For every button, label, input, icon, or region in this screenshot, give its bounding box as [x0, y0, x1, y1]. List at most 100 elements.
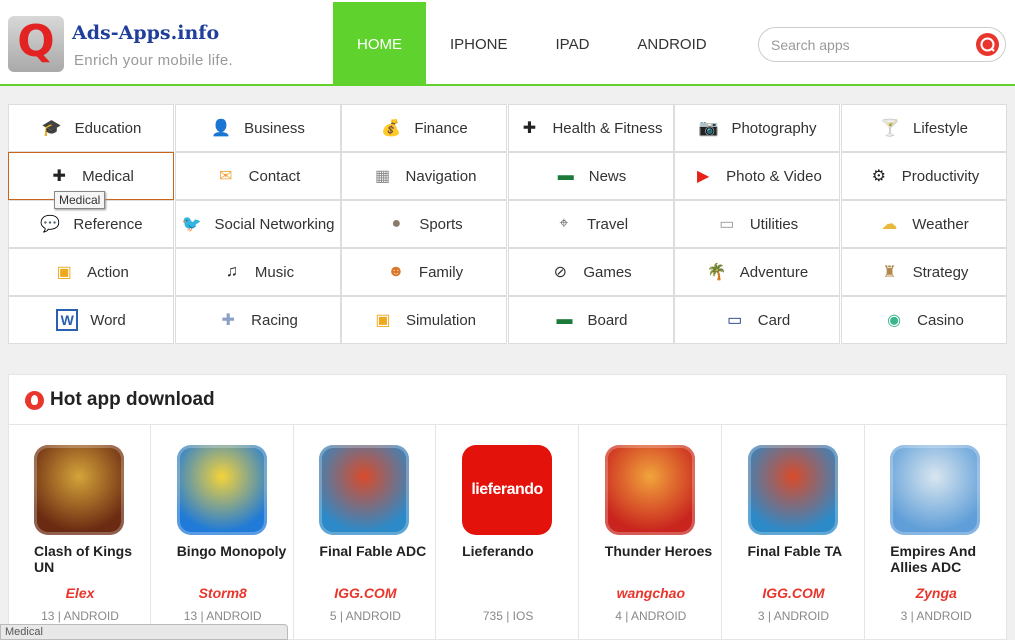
nav-iphone[interactable]: IPHONE — [426, 2, 532, 86]
nav-ipad[interactable]: IPAD — [532, 2, 614, 86]
app-card[interactable]: lieferando Lieferando 735 | IOS — [437, 425, 580, 640]
word-icon: W — [56, 309, 79, 331]
category-health-fitness[interactable]: ✚ Health & Fitness — [507, 104, 674, 152]
site-tagline: Enrich your mobile life. — [74, 52, 233, 69]
category-label: Productivity — [901, 167, 980, 185]
navigation-icon: ▦ — [374, 168, 391, 185]
app-icon[interactable] — [604, 445, 695, 535]
graduation-cap-icon: 🎓 — [41, 120, 62, 137]
category-adventure[interactable]: 🌴 Adventure — [674, 248, 840, 296]
app-name[interactable]: Thunder Heroes — [605, 543, 717, 559]
nav-android[interactable]: ANDROID — [613, 2, 730, 86]
app-icon[interactable] — [319, 445, 410, 535]
category-grid: 🎓 Education 👤 Business 💰 Finance ✚ Health & Fit… — [8, 104, 1007, 344]
category-business[interactable]: 👤 Business — [174, 104, 341, 152]
category-label: Travel — [586, 215, 629, 233]
category-simulation[interactable]: ▣ Simulation — [341, 296, 507, 344]
app-name[interactable]: Bingo Monopoly — [177, 543, 289, 559]
category-education[interactable]: 🎓 Education — [8, 104, 174, 152]
category-utilities[interactable]: ▭ Utilities — [674, 200, 840, 248]
app-icon[interactable] — [34, 445, 124, 535]
app-card[interactable]: Bingo Monopoly Storm8 13 | ANDROID — [152, 425, 294, 640]
chess-icon: ♜ — [882, 264, 897, 281]
app-meta: 3 | ANDROID — [900, 609, 972, 623]
category-label: Education — [74, 119, 142, 137]
app-card[interactable]: Final Fable TA IGG.COM 3 | ANDROID — [723, 425, 865, 640]
site-logo[interactable]: Q — [8, 16, 64, 72]
category-weather[interactable]: ☁ Weather — [840, 200, 1007, 248]
category-label: Photography — [731, 119, 817, 137]
category-photo-video[interactable]: ▶ Photo & Video — [674, 152, 840, 200]
category-label: Racing — [251, 311, 298, 329]
app-developer[interactable]: IGG.COM — [294, 585, 436, 601]
category-strategy[interactable]: ♜ Strategy — [840, 248, 1007, 296]
category-board[interactable]: ▬ Board — [507, 296, 674, 344]
category-social-networking[interactable]: 🐦 Social Networking — [174, 200, 341, 248]
category-travel[interactable]: ⌖ Travel — [507, 200, 674, 248]
category-label: Reference — [73, 215, 143, 233]
category-label: Finance — [414, 119, 468, 137]
app-icon[interactable] — [747, 445, 838, 535]
search-icon — [980, 37, 995, 52]
app-icon[interactable] — [176, 445, 267, 535]
app-meta: 4 | ANDROID — [615, 609, 687, 623]
category-label: Medical — [82, 167, 134, 185]
app-developer[interactable]: Elex — [9, 585, 151, 601]
category-label: Casino — [917, 311, 964, 329]
family-icon: ☻ — [387, 263, 405, 280]
category-music[interactable]: ♫ Music — [174, 248, 341, 296]
app-logo-text: lieferando — [471, 481, 543, 498]
category-casino[interactable]: ◉ Casino — [840, 296, 1007, 344]
category-games[interactable]: ⊘ Games — [507, 248, 674, 296]
category-action[interactable]: ▣ Action — [8, 248, 174, 296]
category-productivity[interactable]: ⚙ Productivity — [840, 152, 1007, 200]
category-photography[interactable]: 📷 Photography — [674, 104, 840, 152]
category-contact[interactable]: ✉ Contact — [174, 152, 341, 200]
search-input[interactable] — [771, 36, 971, 54]
app-developer[interactable]: Zynga — [865, 585, 1007, 601]
board-icon: ▬ — [557, 167, 574, 184]
category-card[interactable]: ▭ Card — [674, 296, 840, 344]
play-icon: ▶ — [697, 168, 710, 185]
category-word[interactable]: W Word — [8, 296, 174, 344]
category-label: Photo & Video — [726, 167, 822, 185]
app-meta: 13 | ANDROID — [183, 609, 262, 623]
category-sports[interactable]: ● Sports — [341, 200, 507, 248]
app-developer[interactable]: wangchao — [580, 585, 722, 601]
medical-bag-icon: ✚ — [52, 168, 66, 185]
app-card[interactable]: Empires And Allies ADC Zynga 3 | ANDROID — [865, 425, 1008, 640]
location-pin-icon: ⌖ — [559, 215, 569, 232]
app-icon[interactable]: lieferando — [462, 445, 553, 535]
visa-card-icon: ▭ — [727, 312, 743, 329]
category-news[interactable]: ▬ News — [507, 152, 674, 200]
app-developer[interactable]: IGG.COM — [723, 585, 865, 601]
medical-bag-icon: ✚ — [522, 120, 537, 137]
search-button[interactable] — [976, 33, 999, 56]
app-name[interactable]: Final Fable ADC — [319, 543, 431, 559]
app-meta: 5 | ANDROID — [329, 609, 401, 623]
category-racing[interactable]: ✚ Racing — [174, 296, 341, 344]
app-card[interactable]: Thunder Heroes wangchao 4 | ANDROID — [580, 425, 722, 640]
nav-home[interactable]: HOME — [333, 2, 426, 86]
category-finance[interactable]: 💰 Finance — [341, 104, 507, 152]
app-name[interactable]: Final Fable TA — [748, 543, 860, 559]
category-family[interactable]: ☻ Family — [341, 248, 507, 296]
app-name[interactable]: Empires And Allies ADC — [890, 543, 1002, 575]
app-name[interactable]: Lieferando — [462, 543, 574, 559]
category-lifestyle[interactable]: 🍸 Lifestyle — [840, 104, 1007, 152]
app-card[interactable]: Final Fable ADC IGG.COM 5 | ANDROID — [294, 425, 437, 640]
category-label: Board — [587, 311, 628, 329]
app-list: Clash of Kings UN Elex 13 | ANDROID Bingo M… — [9, 424, 1008, 640]
app-developer[interactable]: Storm8 — [152, 585, 294, 601]
app-meta: 13 | ANDROID — [41, 609, 119, 623]
tooltip: Medical — [54, 191, 106, 209]
category-navigation[interactable]: ▦ Navigation — [341, 152, 507, 200]
site-name[interactable]: Ads-Apps.info — [72, 22, 219, 44]
category-label: Word — [90, 311, 126, 329]
app-card[interactable]: Clash of Kings UN Elex 13 | ANDROID — [9, 425, 151, 640]
logo-letter: Q — [17, 16, 55, 67]
app-meta: 3 | ANDROID — [757, 609, 830, 623]
search-box — [758, 27, 1006, 62]
app-name[interactable]: Clash of Kings UN — [34, 543, 146, 575]
app-icon[interactable] — [890, 445, 981, 535]
